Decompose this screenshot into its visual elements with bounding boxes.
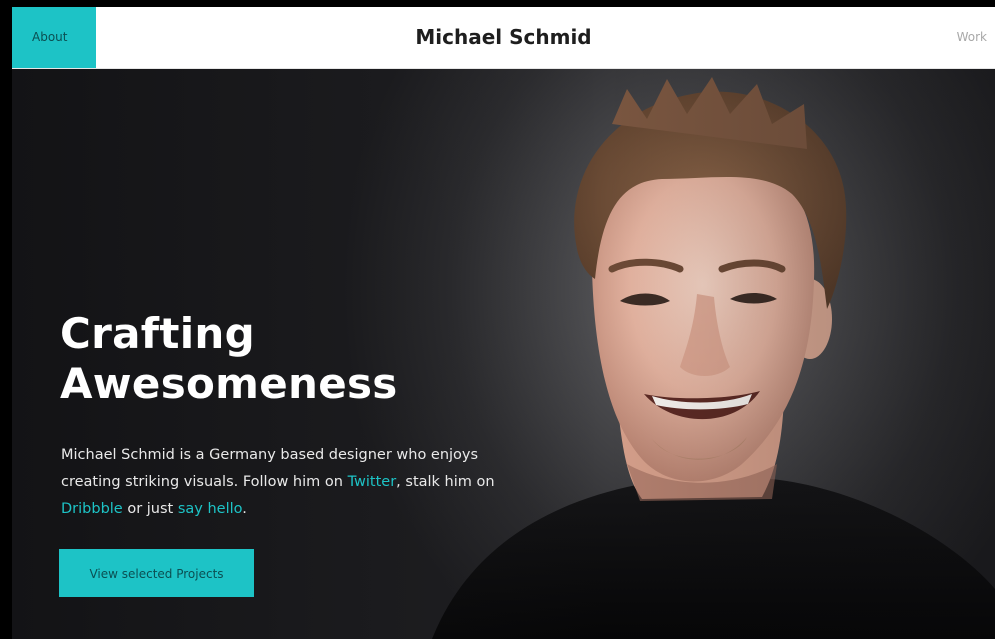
page-frame: About Michael Schmid Work Crafting Aweso… (0, 0, 995, 639)
headline-line-2: Awesomeness (60, 359, 398, 408)
dribbble-link[interactable]: Dribbble (61, 501, 123, 517)
headline-line-1: Crafting (60, 309, 255, 358)
hero-bio: Michael Schmid is a Germany based design… (61, 442, 541, 523)
bio-text-3: or just (122, 501, 178, 517)
twitter-link[interactable]: Twitter (348, 474, 397, 490)
top-navigation-bar: About Michael Schmid Work (12, 7, 995, 69)
bio-text-4: . (242, 501, 247, 517)
hero-section: Crafting Awesomeness Michael Schmid is a… (12, 69, 995, 639)
site-title: Michael Schmid (415, 25, 592, 49)
say-hello-link[interactable]: say hello (178, 501, 242, 517)
bio-text-2: , stalk him on (396, 474, 495, 490)
hero-headline: Crafting Awesomeness (60, 309, 398, 409)
view-projects-button[interactable]: View selected Projects (59, 549, 254, 597)
nav-work-link[interactable]: Work (957, 7, 987, 68)
nav-about-link[interactable]: About (12, 7, 96, 68)
